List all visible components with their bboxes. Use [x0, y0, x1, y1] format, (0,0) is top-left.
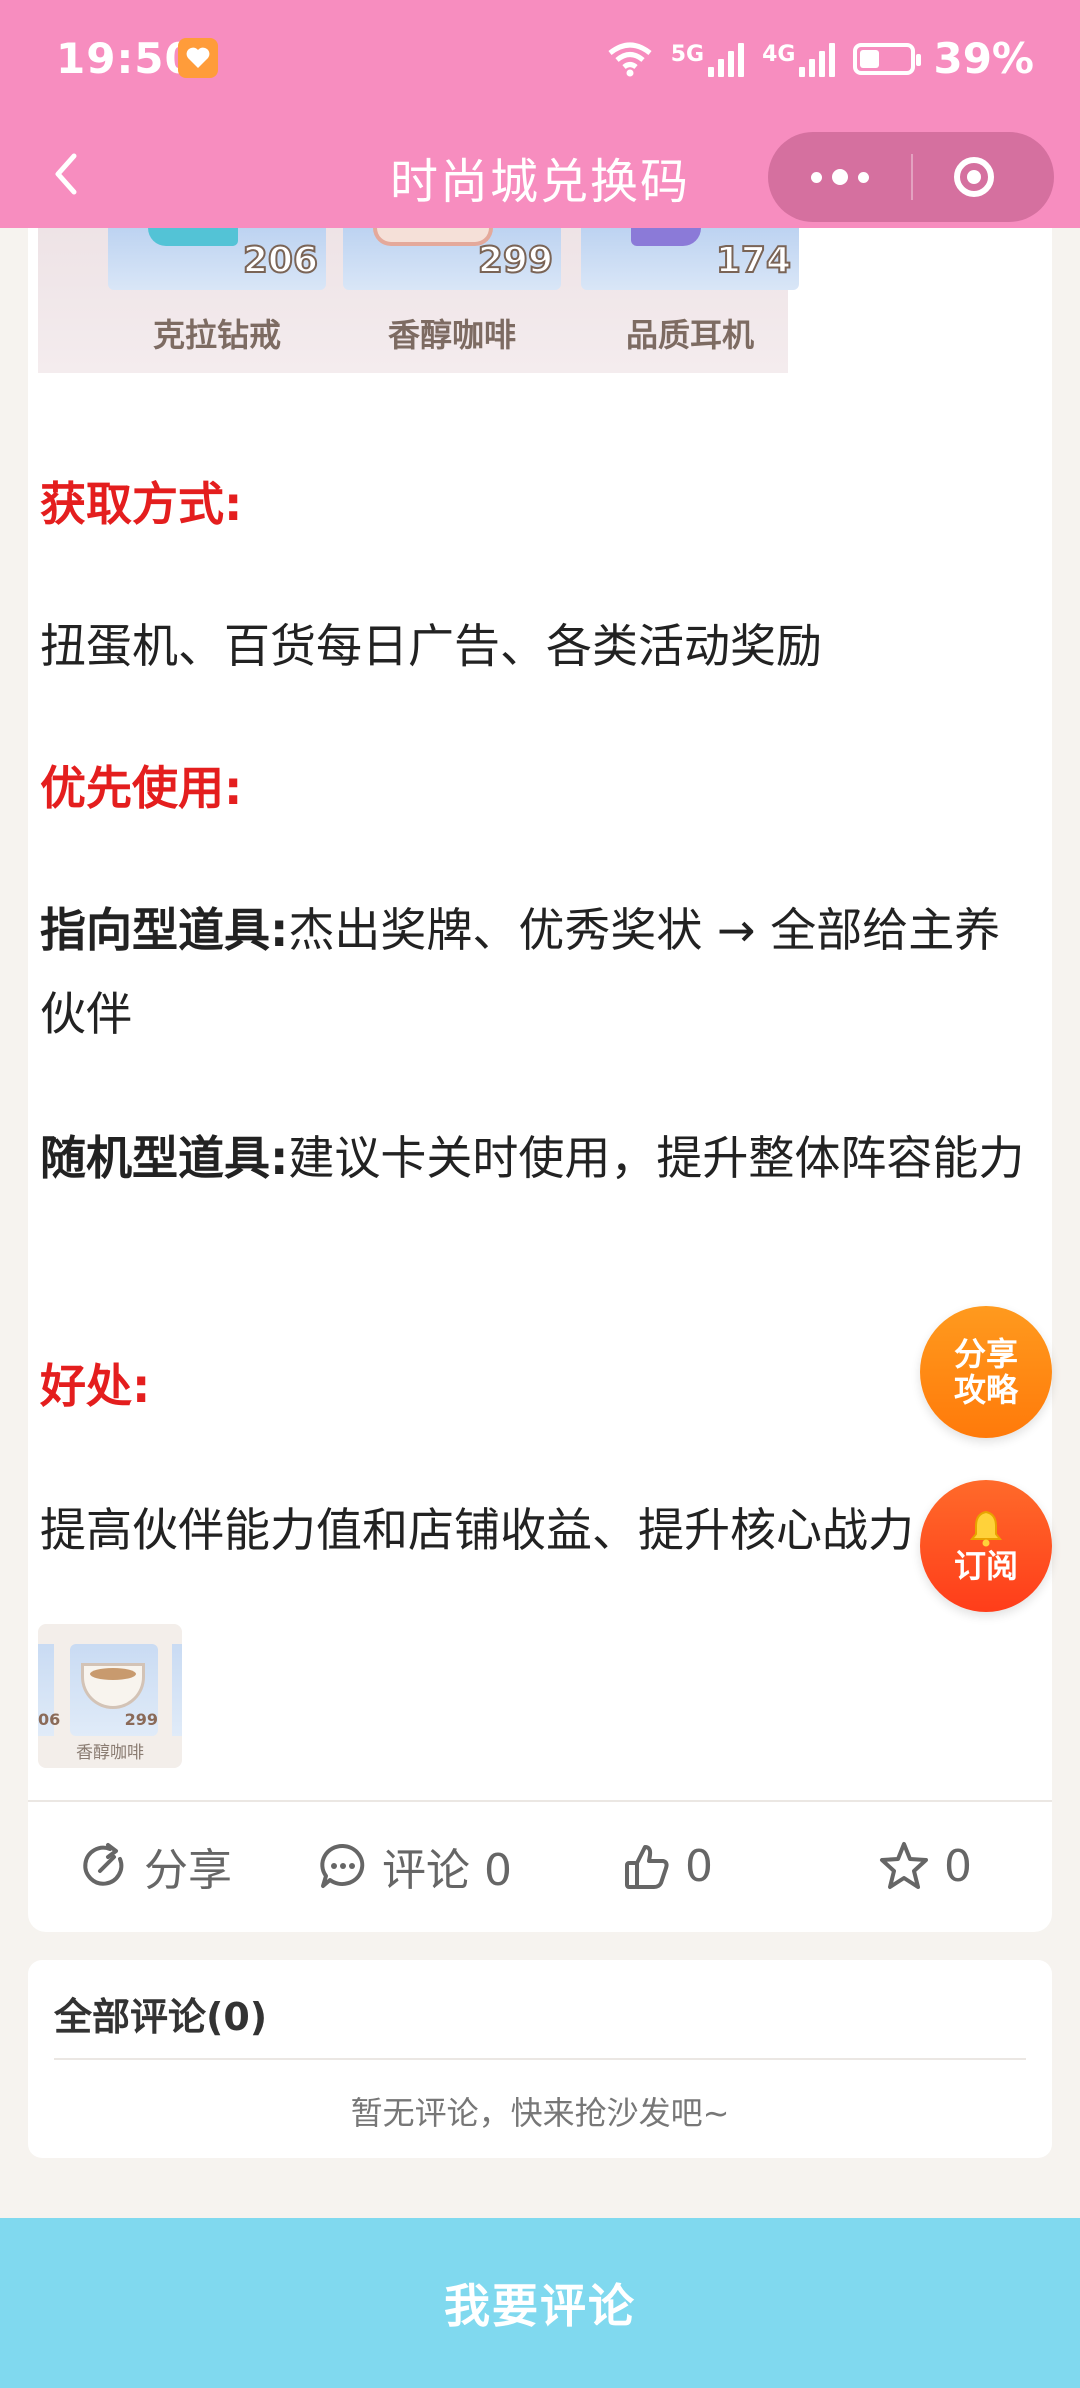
item-name: 香醇咖啡: [387, 316, 516, 354]
thumb-edge: [172, 1644, 182, 1736]
article-card: 206 克拉钻戒 299 香醇咖啡 174 品质耳机 获取方式: 扭蛋机、百货每…: [28, 228, 1052, 1932]
subscribe-button[interactable]: 订阅: [920, 1480, 1052, 1612]
comments-title: 全部评论(0): [54, 1995, 268, 2039]
thumb-name: 香醇咖啡: [76, 1743, 144, 1763]
comment-label: 评论 0: [382, 1845, 512, 1896]
heart-app-icon: [178, 38, 218, 78]
bell-icon: [969, 1510, 1003, 1547]
more-button[interactable]: [768, 132, 911, 222]
directed-paragraph: 指向型道具:杰出奖牌、优秀奖状 → 全部给主养伙伴: [40, 888, 1040, 1056]
mini-program-capsule: [768, 132, 1054, 222]
comment-button[interactable]: 评论 0: [318, 1828, 512, 1904]
dot-icon: [810, 171, 822, 183]
item-card: 174 品质耳机: [581, 228, 799, 373]
ring-icon: [148, 228, 238, 246]
battery-icon: [853, 42, 922, 75]
random-paragraph: 随机型道具:建议卡关时使用，提升整体阵容能力: [40, 1116, 1040, 1200]
favorite-count: 0: [944, 1840, 972, 1892]
share-icon: [83, 1843, 124, 1886]
signal-5g: 5G: [670, 41, 745, 77]
share-button[interactable]: 分享: [80, 1828, 232, 1904]
thumbs-up-icon: [625, 1845, 669, 1889]
share-guide-line1: 分享: [953, 1335, 1018, 1373]
obtain-text: 扭蛋机、百货每日广告、各类活动奖励: [40, 619, 822, 673]
star-icon: [880, 1842, 928, 1889]
battery-percent: 39%: [933, 34, 1034, 83]
comment-icon: [320, 1843, 365, 1888]
headphones-icon: [631, 228, 701, 246]
like-button[interactable]: 0: [623, 1828, 713, 1904]
signal-bars-icon: [708, 41, 745, 77]
write-comment-button[interactable]: 我要评论: [0, 2218, 1080, 2388]
random-text: 建议卡关时使用，提升整体阵容能力: [288, 1131, 1025, 1185]
item-name: 克拉钻戒: [152, 316, 281, 354]
action-divider: [28, 1800, 1052, 1802]
status-time: 19:50: [56, 34, 195, 83]
battery-fill: [860, 49, 880, 68]
thumb-left-num: 06: [38, 1710, 61, 1729]
comments-divider: [54, 2058, 1026, 2060]
item-card: 206 克拉钻戒: [108, 228, 326, 373]
dot-icon: [831, 169, 848, 185]
signal-bars-icon: [799, 41, 836, 77]
thumb-count: 299: [124, 1710, 158, 1729]
favorite-button[interactable]: 0: [878, 1828, 972, 1904]
item-card: 299 香醇咖啡: [343, 228, 561, 373]
benefit-text: 提高伙伴能力值和店铺收益、提升核心战力: [40, 1503, 914, 1557]
share-guide-button[interactable]: 分享 攻略: [920, 1306, 1052, 1438]
item-name: 品质耳机: [625, 316, 754, 354]
signal-4g: 4G: [762, 41, 836, 77]
like-count: 0: [685, 1840, 713, 1892]
thumbnail-image[interactable]: 06 299 香醇咖啡: [38, 1624, 182, 1768]
share-label: 分享: [144, 1845, 232, 1896]
network-4g-label: 4G: [762, 41, 796, 67]
heading-benefit: 好处:: [40, 1359, 151, 1413]
comments-section: 全部评论(0) 暂无评论，快来抢沙发吧~: [28, 1960, 1052, 2158]
capsule-divider: [911, 154, 913, 200]
wifi-icon: [608, 42, 652, 76]
item-count: 174: [715, 239, 792, 282]
directed-label: 指向型道具:: [40, 903, 289, 957]
heading-priority: 优先使用:: [40, 761, 243, 815]
dot-icon: [857, 171, 869, 183]
items-image: 206 克拉钻戒 299 香醇咖啡 174 品质耳机: [38, 228, 799, 373]
status-bar: 19:50 5G 4G 39%: [0, 0, 1080, 120]
item-count: 206: [242, 239, 319, 282]
close-target-icon[interactable]: [954, 157, 994, 197]
network-5g-label: 5G: [670, 41, 705, 67]
status-indicators: 5G 4G 39%: [607, 34, 1034, 83]
share-guide-line2: 攻略: [953, 1371, 1018, 1409]
subscribe-label: 订阅: [953, 1547, 1018, 1585]
title-bar: 时尚城兑换码: [0, 120, 1080, 228]
item-count: 299: [477, 239, 554, 282]
coffee-icon: [373, 228, 493, 246]
heading-obtain: 获取方式:: [40, 477, 243, 531]
comments-empty: 暂无评论，快来抢沙发吧~: [350, 2094, 730, 2132]
random-label: 随机型道具:: [40, 1131, 289, 1185]
